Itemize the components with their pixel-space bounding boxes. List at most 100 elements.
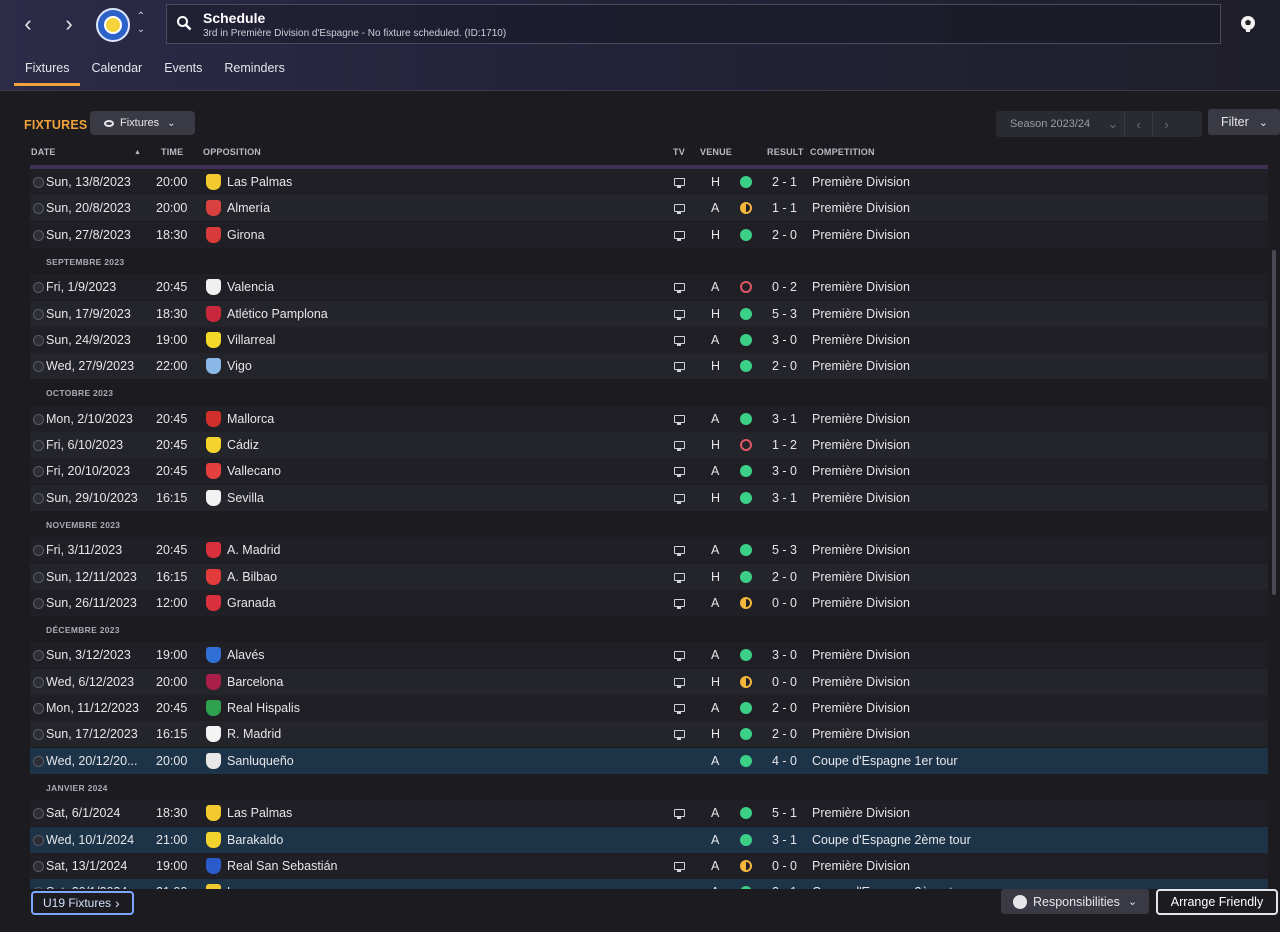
fixture-score[interactable]: 2 - 0 [772, 727, 797, 741]
fixture-competition[interactable]: Première Division [812, 806, 910, 820]
fixture-competition[interactable]: Première Division [812, 359, 910, 373]
column-header-time[interactable]: TIME [161, 147, 183, 157]
table-row[interactable]: Sun, 17/12/2023 16:15 R. Madrid H 2 - 0 Premi… [30, 721, 1268, 747]
fixture-score[interactable]: 0 - 2 [772, 280, 797, 294]
tab-fixtures[interactable]: Fixtures [14, 56, 81, 86]
fixture-competition[interactable]: Première Division [812, 491, 910, 505]
table-row[interactable]: Sat, 20/1/202421:00L...A2 - 1Coupe d'Esp… [30, 879, 1268, 889]
opposition-link[interactable]: Alavés [227, 648, 265, 662]
table-row[interactable]: Wed, 6/12/2023 20:00 Barcelona H 0 - 0 Premiè… [30, 669, 1268, 695]
u19-fixtures-button[interactable]: U19 Fixtures › [31, 891, 134, 915]
fixture-competition[interactable]: Première Division [812, 648, 910, 662]
opposition-link[interactable]: Cádiz [227, 438, 259, 452]
table-row[interactable]: Sun, 26/11/2023 12:00 Granada A 0 - 0 Premièr… [30, 590, 1268, 616]
opposition-link[interactable]: Villarreal [227, 333, 275, 347]
fixture-score[interactable]: 2 - 1 [772, 175, 797, 189]
back-arrow-icon[interactable]: ‹ [15, 11, 41, 37]
fixture-competition[interactable]: Coupe d'Espagne 1er tour [812, 754, 958, 768]
fixture-competition[interactable]: Première Division [812, 464, 910, 478]
fixture-competition[interactable]: Première Division [812, 412, 910, 426]
opposition-link[interactable]: Girona [227, 228, 265, 242]
club-switch-icon[interactable]: ⌃ ⌄ [134, 10, 148, 40]
fixture-competition[interactable]: Première Division [812, 727, 910, 741]
filter-button[interactable]: Filter ⌄ [1208, 109, 1280, 135]
table-row[interactable]: Wed, 20/12/20... 20:00 Sanluqueño A 4 - 0 Cou… [30, 748, 1268, 774]
club-badge-icon[interactable] [96, 8, 130, 42]
table-row[interactable]: Wed, 10/1/2024 21:00 Barakaldo A 3 - 1 Coupe … [30, 827, 1268, 853]
table-row[interactable]: Sun, 13/8/2023 20:00 Las Palmas H 2 - 1 Premi… [30, 169, 1268, 195]
tab-calendar[interactable]: Calendar [80, 56, 153, 86]
table-row[interactable]: Sun, 27/8/2023 18:30 Girona H 2 - 0 Première … [30, 222, 1268, 248]
forward-arrow-icon[interactable]: › [56, 11, 82, 37]
table-row[interactable]: Sun, 12/11/2023 16:15 A. Bilbao H 2 - 0 Premi… [30, 564, 1268, 590]
fixture-competition[interactable]: Première Division [812, 175, 910, 189]
fixture-competition[interactable]: Première Division [812, 543, 910, 557]
fixture-competition[interactable]: Première Division [812, 333, 910, 347]
fixture-score[interactable]: 2 - 0 [772, 701, 797, 715]
column-header-venue[interactable]: VENUE [700, 147, 732, 157]
opposition-link[interactable]: Las Palmas [227, 806, 292, 820]
column-header-date[interactable]: DATE [31, 147, 56, 157]
fixture-competition[interactable]: Première Division [812, 307, 910, 321]
view-dropdown[interactable]: Fixtures ⌄ [90, 111, 195, 135]
fixture-competition[interactable]: Coupe d'Espagne 2ème tour [812, 833, 971, 847]
table-row[interactable]: Sun, 29/10/2023 16:15 Sevilla H 3 - 1 Premièr… [30, 485, 1268, 511]
scrollbar[interactable] [1272, 250, 1276, 595]
fixture-score[interactable]: 3 - 1 [772, 491, 797, 505]
fixture-competition[interactable]: Première Division [812, 675, 910, 689]
fixture-competition[interactable]: Première Division [812, 859, 910, 873]
opposition-link[interactable]: A. Bilbao [227, 570, 277, 584]
fixture-competition[interactable]: Première Division [812, 438, 910, 452]
column-header-result[interactable]: RESULT [767, 147, 804, 157]
opposition-link[interactable]: R. Madrid [227, 727, 281, 741]
fixture-competition[interactable]: Première Division [812, 201, 910, 215]
fixture-score[interactable]: 2 - 0 [772, 359, 797, 373]
fixture-competition[interactable]: Première Division [812, 701, 910, 715]
fixture-score[interactable]: 3 - 0 [772, 648, 797, 662]
opposition-link[interactable]: Barakaldo [227, 833, 283, 847]
fixture-score[interactable]: 3 - 0 [772, 464, 797, 478]
fixture-competition[interactable]: Première Division [812, 570, 910, 584]
fixture-score[interactable]: 3 - 0 [772, 333, 797, 347]
football-icon[interactable] [1238, 14, 1258, 34]
fixture-score[interactable]: 5 - 3 [772, 307, 797, 321]
sort-asc-icon[interactable]: ▲ [134, 149, 141, 156]
search-box[interactable]: Schedule 3rd in Première Division d'Espa… [166, 4, 1221, 44]
opposition-link[interactable]: Sevilla [227, 491, 264, 505]
opposition-link[interactable]: A. Madrid [227, 543, 281, 557]
fixture-score[interactable]: 1 - 2 [772, 438, 797, 452]
opposition-link[interactable]: Barcelona [227, 675, 283, 689]
fixture-competition[interactable]: Première Division [812, 596, 910, 610]
opposition-link[interactable]: Atlético Pamplona [227, 307, 328, 321]
responsibilities-button[interactable]: Responsibilities ⌄ [1001, 889, 1149, 914]
fixture-score[interactable]: 2 - 0 [772, 570, 797, 584]
fixture-score[interactable]: 3 - 1 [772, 833, 797, 847]
table-row[interactable]: Sun, 20/8/2023 20:00 Almería A 1 - 1 Première… [30, 195, 1268, 221]
opposition-link[interactable]: Vallecano [227, 464, 281, 478]
fixture-score[interactable]: 0 - 0 [772, 675, 797, 689]
season-prev-icon[interactable]: ‹ [1124, 111, 1152, 137]
opposition-link[interactable]: Real Hispalis [227, 701, 300, 715]
table-row[interactable]: Mon, 2/10/2023 20:45 Mallorca A 3 - 1 Premièr… [30, 406, 1268, 432]
table-row[interactable]: Mon, 11/12/2023 20:45 Real Hispalis A 2 - 0 P… [30, 695, 1268, 721]
season-dropdown-icon[interactable]: ⌄ [1102, 111, 1124, 137]
fixture-score[interactable]: 4 - 0 [772, 754, 797, 768]
column-header-opposition[interactable]: OPPOSITION [203, 147, 261, 157]
fixture-score[interactable]: 2 - 0 [772, 228, 797, 242]
tab-events[interactable]: Events [153, 56, 213, 86]
fixture-competition[interactable]: Première Division [812, 280, 910, 294]
opposition-link[interactable]: Sanluqueño [227, 754, 294, 768]
table-row[interactable]: Sat, 13/1/2024 19:00 Real San Sebastián A 0 … [30, 853, 1268, 879]
fixture-competition[interactable]: Première Division [812, 228, 910, 242]
fixture-score[interactable]: 0 - 0 [772, 859, 797, 873]
table-row[interactable]: Sat, 6/1/2024 18:30 Las Palmas A 5 - 1 Premiè… [30, 800, 1268, 826]
fixture-score[interactable]: 5 - 3 [772, 543, 797, 557]
opposition-link[interactable]: Mallorca [227, 412, 274, 426]
table-row[interactable]: Fri, 3/11/2023 20:45 A. Madrid A 5 - 3 Premiè… [30, 537, 1268, 563]
season-next-icon[interactable]: › [1152, 111, 1180, 137]
fixture-score[interactable]: 0 - 0 [772, 596, 797, 610]
opposition-link[interactable]: Real San Sebastián [227, 859, 338, 873]
fixture-score[interactable]: 5 - 1 [772, 806, 797, 820]
opposition-link[interactable]: Las Palmas [227, 175, 292, 189]
table-row[interactable]: Fri, 6/10/2023 20:45 Cádiz H 1 - 2 Première D… [30, 432, 1268, 458]
